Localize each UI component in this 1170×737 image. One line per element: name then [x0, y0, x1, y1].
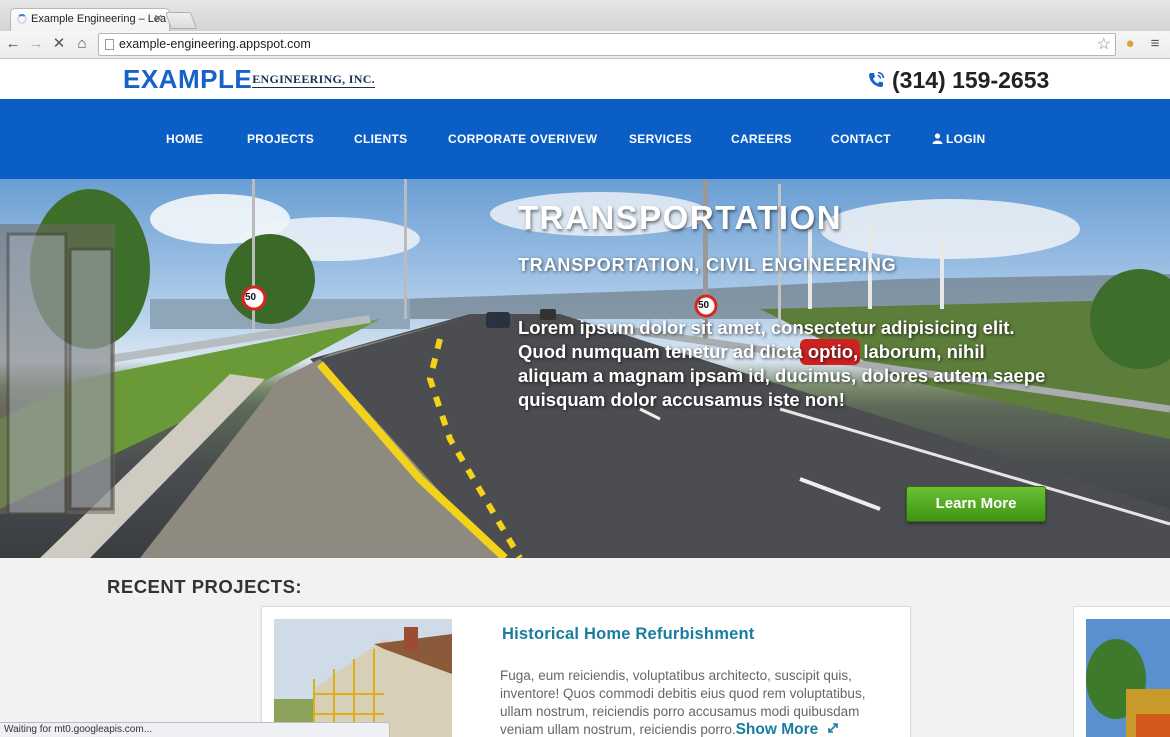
- browser-status-bar: Waiting for mt0.googleapis.com...: [0, 722, 390, 737]
- show-more-link[interactable]: Show More: [736, 721, 839, 737]
- phone-number[interactable]: (314) 159-2653: [866, 67, 1049, 94]
- hero-title: TRANSPORTATION: [518, 199, 843, 236]
- site-header: EXAMPLEENGINEERING, INC. (314) 159-2653: [0, 59, 1170, 99]
- back-arrow-icon[interactable]: ←: [4, 35, 22, 53]
- project-image-partial[interactable]: [1086, 619, 1170, 737]
- speed-sign-left: 50: [245, 292, 257, 303]
- project-title[interactable]: Historical Home Refurbishment: [502, 625, 754, 644]
- browser-toolbar: ← → ✕ ⌂ example-engineering.appspot.com …: [0, 31, 1170, 59]
- project-description: Fuga, eum reiciendis, voluptatibus archi…: [500, 667, 892, 737]
- truck-image: [1086, 619, 1170, 737]
- address-bar[interactable]: example-engineering.appspot.com ☆: [98, 33, 1116, 56]
- bookmark-star-icon[interactable]: ☆: [1097, 34, 1111, 54]
- nav-clients[interactable]: CLIENTS: [354, 132, 407, 146]
- nav-projects[interactable]: PROJECTS: [247, 132, 314, 146]
- new-tab-button[interactable]: [164, 12, 198, 29]
- nav-login[interactable]: LOGIN: [932, 132, 986, 146]
- nav-home[interactable]: HOME: [166, 132, 203, 146]
- hero-subtitle: TRANSPORTATION, CIVIL ENGINEERING: [518, 255, 897, 275]
- learn-more-button[interactable]: Learn More: [906, 486, 1046, 522]
- stop-icon[interactable]: ✕: [50, 35, 68, 53]
- house-scaffold-image: [274, 619, 452, 737]
- project-card: Historical Home Refurbishment Fuga, eum …: [261, 606, 911, 737]
- tab-title: Example Engineering – Lea: [31, 13, 167, 25]
- company-logo[interactable]: EXAMPLEENGINEERING, INC.: [123, 64, 375, 95]
- menu-icon[interactable]: ≡: [1146, 35, 1164, 53]
- browser-tab[interactable]: Example Engineering – Lea ✕: [10, 8, 170, 31]
- project-card-partial: [1073, 606, 1170, 737]
- forward-arrow-icon[interactable]: →: [27, 35, 45, 53]
- url-text: example-engineering.appspot.com: [119, 37, 311, 51]
- browser-tabbar: Example Engineering – Lea ✕: [0, 0, 1170, 31]
- home-icon[interactable]: ⌂: [73, 35, 91, 53]
- extension-icon[interactable]: ●: [1121, 35, 1139, 53]
- nav-careers[interactable]: CAREERS: [731, 132, 792, 146]
- loading-spinner-icon: [17, 14, 27, 24]
- expand-icon: [827, 723, 838, 733]
- hero-text: Lorem ipsum dolor sit amet, consectetur …: [518, 317, 1046, 410]
- user-icon: [932, 133, 943, 144]
- show-more-label: Show More: [735, 721, 819, 737]
- main-nav: HOME PROJECTS CLIENTS CORPORATE OVERIVEW…: [0, 99, 1170, 179]
- project-image[interactable]: [274, 619, 452, 737]
- hero-banner: 50 50 TRANSPORTATION TRANSPORTATION, CIV…: [0, 179, 1170, 558]
- nav-corporate-overview[interactable]: CORPORATE OVERIVEW: [448, 132, 597, 146]
- logo-main-text: EXAMPLE: [123, 64, 253, 94]
- nav-contact[interactable]: CONTACT: [831, 132, 891, 146]
- nav-services[interactable]: SERVICES: [629, 132, 692, 146]
- nav-login-label: LOGIN: [946, 132, 986, 146]
- phone-text: (314) 159-2653: [892, 67, 1050, 93]
- logo-sub-text: ENGINEERING, INC.: [252, 72, 375, 88]
- recent-projects-heading: RECENT PROJECTS:: [107, 576, 303, 597]
- page-icon: [105, 39, 114, 50]
- tab-close-icon[interactable]: ✕: [154, 12, 163, 25]
- phone-icon: [869, 71, 885, 87]
- speed-sign-right: 50: [698, 300, 710, 311]
